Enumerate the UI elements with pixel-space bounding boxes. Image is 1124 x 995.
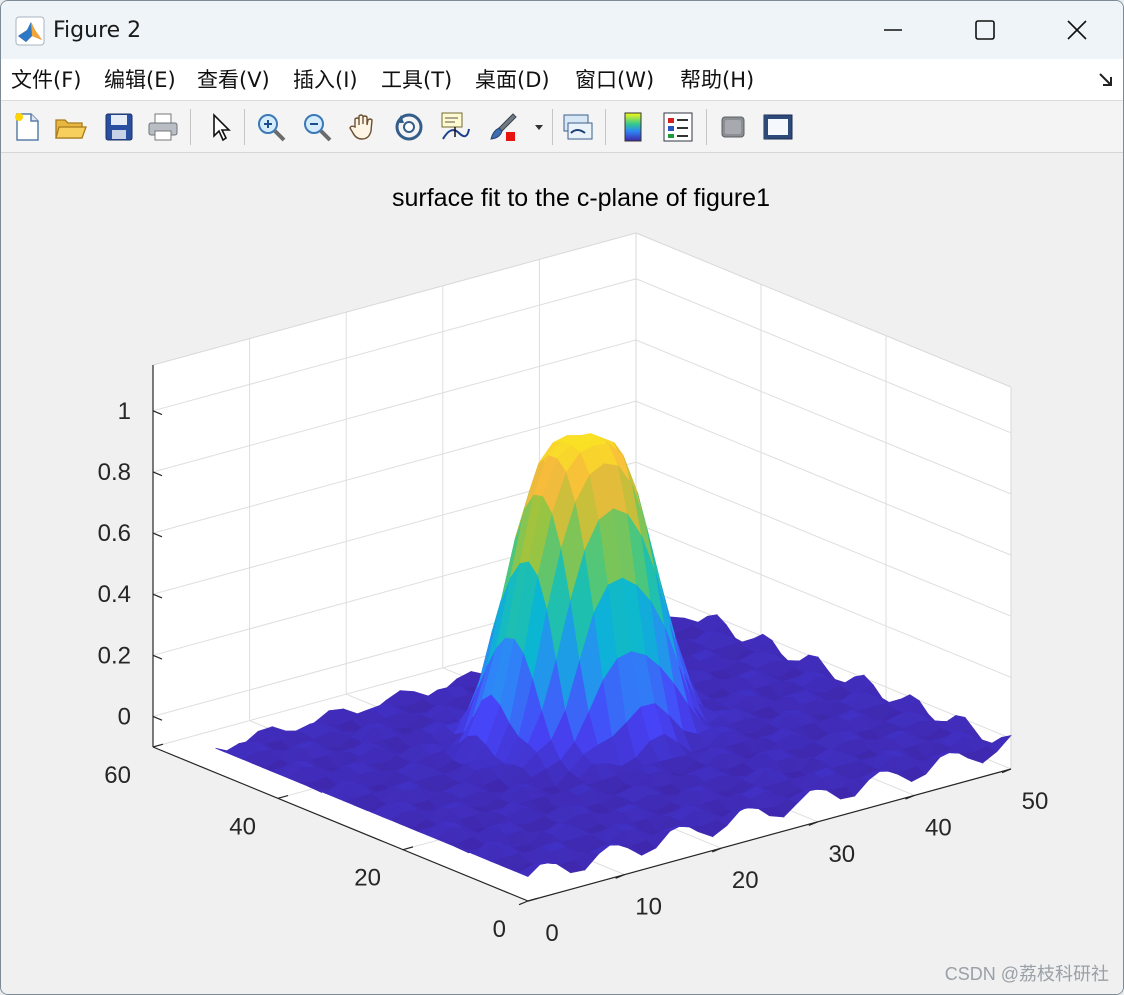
menu-bar: 文件(F) 编辑(E) 查看(V) 插入(I) 工具(T) 桌面(D) 窗口(W… xyxy=(1,59,1123,101)
save-button[interactable] xyxy=(101,109,137,145)
open-file-button[interactable] xyxy=(53,109,89,145)
y-tick-label: 60 xyxy=(104,762,131,789)
zoom-in-button[interactable] xyxy=(253,109,289,145)
x-tick-label: 40 xyxy=(925,814,952,841)
rotate-3d-icon xyxy=(395,113,423,141)
toolbar-separator xyxy=(244,109,245,145)
colorbar-button[interactable] xyxy=(615,109,651,145)
y-tick-label: 20 xyxy=(354,865,381,892)
toolbar-separator xyxy=(706,109,707,145)
rotate-3d-button[interactable] xyxy=(391,109,427,145)
chevron-down-icon xyxy=(535,125,543,130)
z-tick-label: 0.8 xyxy=(98,459,131,486)
menu-edit[interactable]: 编辑(E) xyxy=(104,65,176,95)
brush-icon xyxy=(490,113,517,141)
menu-insert[interactable]: 插入(I) xyxy=(293,65,358,95)
link-plot-icon xyxy=(563,114,593,140)
title-bar[interactable]: Figure 2 xyxy=(1,1,1123,59)
new-figure-button[interactable] xyxy=(9,109,45,145)
window-title: Figure 2 xyxy=(53,18,142,43)
open-file-icon xyxy=(55,119,87,139)
z-tick-label: 0.4 xyxy=(98,581,131,608)
menu-desktop[interactable]: 桌面(D) xyxy=(475,65,550,95)
menu-file[interactable]: 文件(F) xyxy=(11,65,81,95)
zoom-in-icon xyxy=(258,114,286,142)
x-tick xyxy=(518,900,529,906)
y-tick-label: 40 xyxy=(229,813,256,840)
menu-help[interactable]: 帮助(H) xyxy=(680,65,754,95)
legend-button[interactable] xyxy=(660,109,696,145)
toolbar-separator xyxy=(605,109,606,145)
y-tick-label: 0 xyxy=(493,916,506,943)
z-tick-label: 0 xyxy=(118,703,131,730)
new-figure-icon xyxy=(15,113,39,141)
menu-view[interactable]: 查看(V) xyxy=(197,65,270,95)
matlab-logo-icon xyxy=(15,16,45,46)
x-tick-label: 10 xyxy=(635,894,662,921)
x-tick-label: 20 xyxy=(732,867,759,894)
figure-window: Figure 2 文件(F) 编辑(E) 查看(V) 插入(I) 工具(T) 桌… xyxy=(0,0,1124,995)
pan-hand-icon xyxy=(349,114,373,140)
show-plot-tools-icon xyxy=(763,114,793,140)
pointer-button[interactable] xyxy=(202,109,238,145)
figure-canvas[interactable]: 0 10 20 30 40 50 0 20 40 60 0 0.2 0.4 0.6 0.8 1 surface… xyxy=(1,153,1123,994)
close-button[interactable] xyxy=(1031,1,1123,59)
zoom-out-button[interactable] xyxy=(299,109,335,145)
figure-toolbar xyxy=(1,101,1123,153)
axes-title: surface fit to the c-plane of figure1 xyxy=(392,184,770,212)
hide-plot-tools-button[interactable] xyxy=(715,109,751,145)
menu-tools[interactable]: 工具(T) xyxy=(381,65,452,95)
show-plot-tools-button[interactable] xyxy=(760,109,796,145)
menu-window[interactable]: 窗口(W) xyxy=(575,65,654,95)
brush-dropdown-button[interactable] xyxy=(529,109,549,145)
print-icon xyxy=(148,113,178,141)
pointer-icon xyxy=(213,113,231,142)
data-cursor-button[interactable] xyxy=(437,109,473,145)
hide-plot-tools-icon xyxy=(721,116,745,138)
link-plot-button[interactable] xyxy=(560,109,596,145)
dock-arrow-icon[interactable] xyxy=(1097,71,1115,89)
minimize-button[interactable] xyxy=(847,1,939,59)
print-button[interactable] xyxy=(145,109,181,145)
minimize-icon xyxy=(884,29,902,31)
pan-button[interactable] xyxy=(345,109,381,145)
z-tick-label: 0.6 xyxy=(98,520,131,547)
data-cursor-icon xyxy=(441,112,470,140)
z-tick-label: 1 xyxy=(118,398,131,425)
x-tick-label: 30 xyxy=(828,841,855,868)
zoom-out-icon xyxy=(304,114,332,142)
watermark: CSDN @荔枝科研社 xyxy=(944,964,1109,984)
legend-icon xyxy=(663,112,693,142)
z-tick-label: 0.2 xyxy=(98,642,131,669)
axes-3d[interactable]: 0 10 20 30 40 50 0 20 40 60 0 0.2 0.4 0.6 0.8 1 surface… xyxy=(1,153,1123,994)
toolbar-separator xyxy=(552,109,553,145)
toolbar-separator xyxy=(190,109,191,145)
colorbar-icon xyxy=(624,112,642,142)
maximize-button[interactable] xyxy=(939,1,1031,59)
maximize-icon xyxy=(975,20,995,40)
brush-button[interactable] xyxy=(485,109,521,145)
save-icon xyxy=(105,113,133,141)
x-tick-label: 50 xyxy=(1022,788,1049,815)
close-icon xyxy=(1067,20,1087,40)
x-tick-label: 0 xyxy=(545,920,558,947)
